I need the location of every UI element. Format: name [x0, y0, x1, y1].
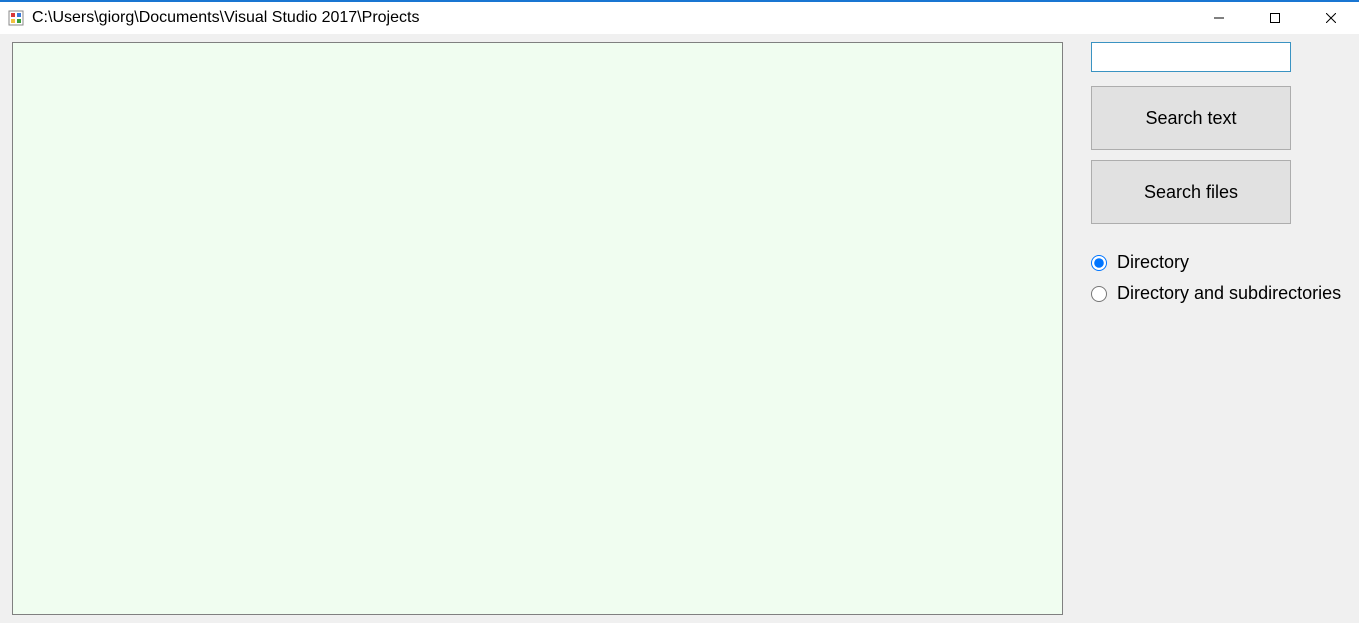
- maximize-button[interactable]: [1247, 2, 1303, 34]
- window-title: C:\Users\giorg\Documents\Visual Studio 2…: [32, 9, 1191, 27]
- client-area: Search text Search files Directory Direc…: [0, 34, 1359, 623]
- side-panel: Search text Search files Directory Direc…: [1091, 42, 1351, 615]
- close-button[interactable]: [1303, 2, 1359, 34]
- titlebar: C:\Users\giorg\Documents\Visual Studio 2…: [0, 2, 1359, 34]
- search-files-button[interactable]: Search files: [1091, 160, 1291, 224]
- app-icon: [8, 10, 24, 26]
- search-input[interactable]: [1091, 42, 1291, 72]
- minimize-button[interactable]: [1191, 2, 1247, 34]
- radio-subdirectories-input[interactable]: [1091, 286, 1107, 302]
- radio-directory[interactable]: Directory: [1091, 252, 1351, 273]
- scope-radio-group: Directory Directory and subdirectories: [1091, 252, 1351, 314]
- results-panel[interactable]: [12, 42, 1063, 615]
- radio-directory-label: Directory: [1117, 252, 1189, 273]
- window-controls: [1191, 2, 1359, 34]
- radio-subdirectories[interactable]: Directory and subdirectories: [1091, 283, 1351, 304]
- app-window: C:\Users\giorg\Documents\Visual Studio 2…: [0, 0, 1359, 623]
- radio-subdirectories-label: Directory and subdirectories: [1117, 283, 1341, 304]
- search-text-button[interactable]: Search text: [1091, 86, 1291, 150]
- radio-directory-input[interactable]: [1091, 255, 1107, 271]
